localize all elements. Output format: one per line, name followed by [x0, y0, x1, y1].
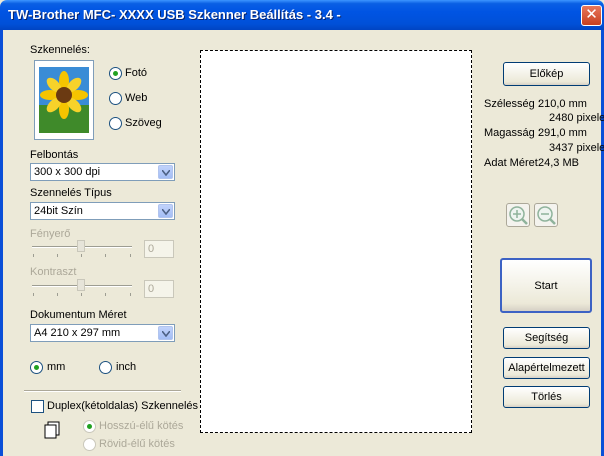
radio-inch-label: inch: [116, 361, 137, 373]
height-pixels: 3437 pixelek: [549, 142, 604, 154]
resolution-value: 300 x 300 dpi: [34, 166, 101, 178]
photo-thumbnail-icon: [34, 60, 94, 140]
radio-web-label: Web: [125, 92, 148, 104]
resolution-label: Felbontás: [30, 149, 79, 161]
title-bar[interactable]: TW-Brother MFC- XXXX USB Szkenner Beállí…: [0, 0, 604, 30]
radio-foto[interactable]: [109, 67, 122, 80]
slider-tick: [105, 254, 106, 257]
radio-long-edge[interactable]: [83, 420, 96, 433]
radio-inch[interactable]: [99, 361, 112, 374]
radio-short-edge-label: Rövid-élű kötés: [99, 438, 175, 450]
duplex-page-icon: [44, 421, 60, 442]
zoom-in-icon[interactable]: [506, 203, 530, 227]
chevron-down-icon[interactable]: [158, 204, 173, 218]
radio-web[interactable]: [109, 92, 122, 105]
radio-short-edge[interactable]: [83, 438, 96, 451]
slider-tick: [81, 254, 82, 257]
width-label: Szélesség :: [484, 98, 541, 110]
brightness-slider-thumb[interactable]: [77, 240, 85, 252]
separator: [24, 390, 181, 392]
duplex-label: Duplex(kétoldalas) Szkennelés: [47, 400, 199, 412]
radio-long-edge-label: Hosszú-élű kötés: [99, 420, 184, 432]
slider-tick: [105, 293, 106, 296]
brightness-label: Fényerő: [30, 228, 71, 240]
document-size-select[interactable]: A4 210 x 297 mm: [30, 324, 175, 342]
radio-mm[interactable]: [30, 361, 43, 374]
slider-tick: [57, 254, 58, 257]
contrast-value[interactable]: 0: [144, 280, 174, 298]
preview-area[interactable]: [200, 50, 472, 433]
brightness-value[interactable]: 0: [144, 240, 174, 258]
width-pixels: 2480 pixelek: [549, 112, 604, 124]
zoom-out-icon[interactable]: [534, 203, 558, 227]
close-button[interactable]: ✕: [581, 5, 602, 26]
document-size-label: Dokumentum Méret: [30, 309, 127, 321]
scan-type-value: 24bit Szín: [34, 205, 83, 217]
radio-mm-label: mm: [47, 361, 66, 373]
chevron-down-icon[interactable]: [158, 165, 173, 179]
scan-type-select[interactable]: 24bit Szín: [30, 202, 175, 220]
slider-tick: [33, 254, 34, 257]
default-button[interactable]: Alapértelmezett: [503, 357, 590, 379]
document-size-value: A4 210 x 297 mm: [34, 327, 121, 339]
radio-szoveg-label: Szöveg: [125, 117, 162, 129]
window-title: TW-Brother MFC- XXXX USB Szkenner Beállí…: [8, 7, 341, 22]
chevron-down-icon[interactable]: [158, 326, 173, 340]
scanner-dialog: TW-Brother MFC- XXXX USB Szkenner Beállí…: [0, 0, 604, 456]
slider-tick: [130, 293, 131, 296]
cancel-button[interactable]: Törlés: [503, 386, 590, 408]
contrast-slider-thumb[interactable]: [77, 279, 85, 291]
height-label: Magasság :: [484, 127, 541, 139]
width-value: 210,0 mm: [538, 98, 587, 110]
radio-szoveg[interactable]: [109, 117, 122, 130]
data-size-label: Adat Méret: [484, 157, 538, 169]
start-button[interactable]: Start: [500, 258, 592, 313]
slider-tick: [81, 293, 82, 296]
slider-tick: [57, 293, 58, 296]
radio-foto-label: Fotó: [125, 67, 148, 79]
resolution-select[interactable]: 300 x 300 dpi: [30, 163, 175, 181]
scan-label: Szkennelés:: [30, 44, 90, 56]
duplex-checkbox[interactable]: [31, 400, 44, 413]
scan-type-label: Szennelés Típus: [30, 187, 112, 199]
slider-tick: [130, 254, 131, 257]
window-frame-left: [0, 30, 3, 456]
height-value: 291,0 mm: [538, 127, 587, 139]
preview-button[interactable]: Előkép: [503, 62, 590, 86]
contrast-label: Kontraszt: [30, 266, 77, 278]
help-button[interactable]: Segítség: [503, 327, 590, 349]
slider-tick: [33, 293, 34, 296]
data-size-value: 24,3 MB: [538, 157, 579, 169]
